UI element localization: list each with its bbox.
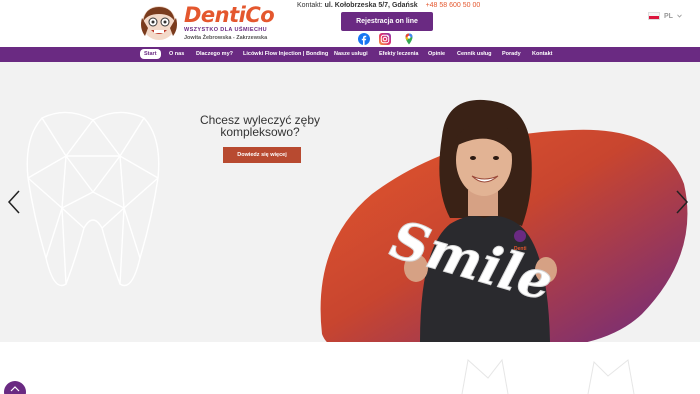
nav-item-kontakt[interactable]: Kontakt	[532, 50, 552, 59]
instagram-icon[interactable]	[379, 33, 391, 45]
hero-slider: Chcesz wyleczyć zęby kompleksowo? Dowied…	[0, 62, 700, 342]
chevron-down-icon	[677, 14, 682, 18]
poland-flag-icon	[648, 12, 660, 20]
contact-phone[interactable]: +48 58 600 50 00	[426, 2, 481, 9]
nav-item-dlaczego-my[interactable]: Dlaczego my?	[196, 50, 233, 59]
logo-wordmark: DentiCo	[184, 3, 275, 27]
contact-label: Kontakt:	[297, 2, 323, 9]
page: DentiCo WSZYSTKO DLA UŚMIECHU Jowita Żeb…	[0, 0, 700, 394]
hero-headline: Chcesz wyleczyć zęby kompleksowo?	[190, 114, 330, 138]
header: DentiCo WSZYSTKO DLA UŚMIECHU Jowita Żeb…	[0, 0, 700, 47]
maps-pin-icon[interactable]	[403, 33, 415, 45]
learn-more-button[interactable]: Dowiedz się więcej	[223, 147, 301, 163]
hero-woman-holding-smile-sign: Denti Smile	[384, 99, 560, 342]
hero-headline-line-2: kompleksowo?	[220, 125, 300, 139]
slider-prev-arrow-icon[interactable]	[7, 190, 21, 214]
language-code: PL	[664, 12, 673, 20]
logo-tagline: WSZYSTKO DLA UŚMIECHU	[184, 27, 268, 33]
logo[interactable]: DentiCo WSZYSTKO DLA UŚMIECHU Jowita Żeb…	[139, 3, 275, 43]
nav-item-licowki[interactable]: Licówki Flow Injection | Bonding	[243, 50, 328, 59]
online-registration-button[interactable]: Rejestracja on line	[341, 12, 433, 31]
slider-next-arrow-icon[interactable]	[675, 190, 689, 214]
tooth-wireframe-art-small	[461, 358, 635, 394]
nav-item-start[interactable]: Start	[140, 49, 161, 59]
logo-names: Jowita Żebrowska - Zakrzewska	[184, 35, 268, 41]
content-section	[0, 342, 700, 394]
nav-item-porady[interactable]: Porady	[502, 50, 521, 59]
nav-item-cennik-uslug[interactable]: Cennik usług	[457, 50, 492, 59]
contact-bar: Kontakt: ul. Kołobrzeska 5/7, Gdańsk +48…	[297, 2, 480, 9]
language-selector[interactable]: PL	[648, 10, 682, 22]
chat-widget-button[interactable]	[4, 381, 26, 394]
chat-icon	[10, 386, 20, 392]
facebook-icon[interactable]	[358, 33, 370, 45]
logo-face-icon	[141, 6, 177, 40]
nav-item-opinie[interactable]: Opinie	[428, 50, 445, 59]
main-navigation: Start O nas Dlaczego my? Licówki Flow In…	[0, 47, 700, 62]
nav-item-nasze-uslugi[interactable]: Nasze usługi	[334, 50, 368, 59]
contact-address: ul. Kołobrzeska 5/7, Gdańsk	[324, 2, 418, 9]
tooth-wireframe-art	[26, 111, 160, 287]
nav-item-efekty-leczenia[interactable]: Efekty leczenia	[379, 50, 418, 59]
nav-item-o-nas[interactable]: O nas	[169, 50, 184, 59]
